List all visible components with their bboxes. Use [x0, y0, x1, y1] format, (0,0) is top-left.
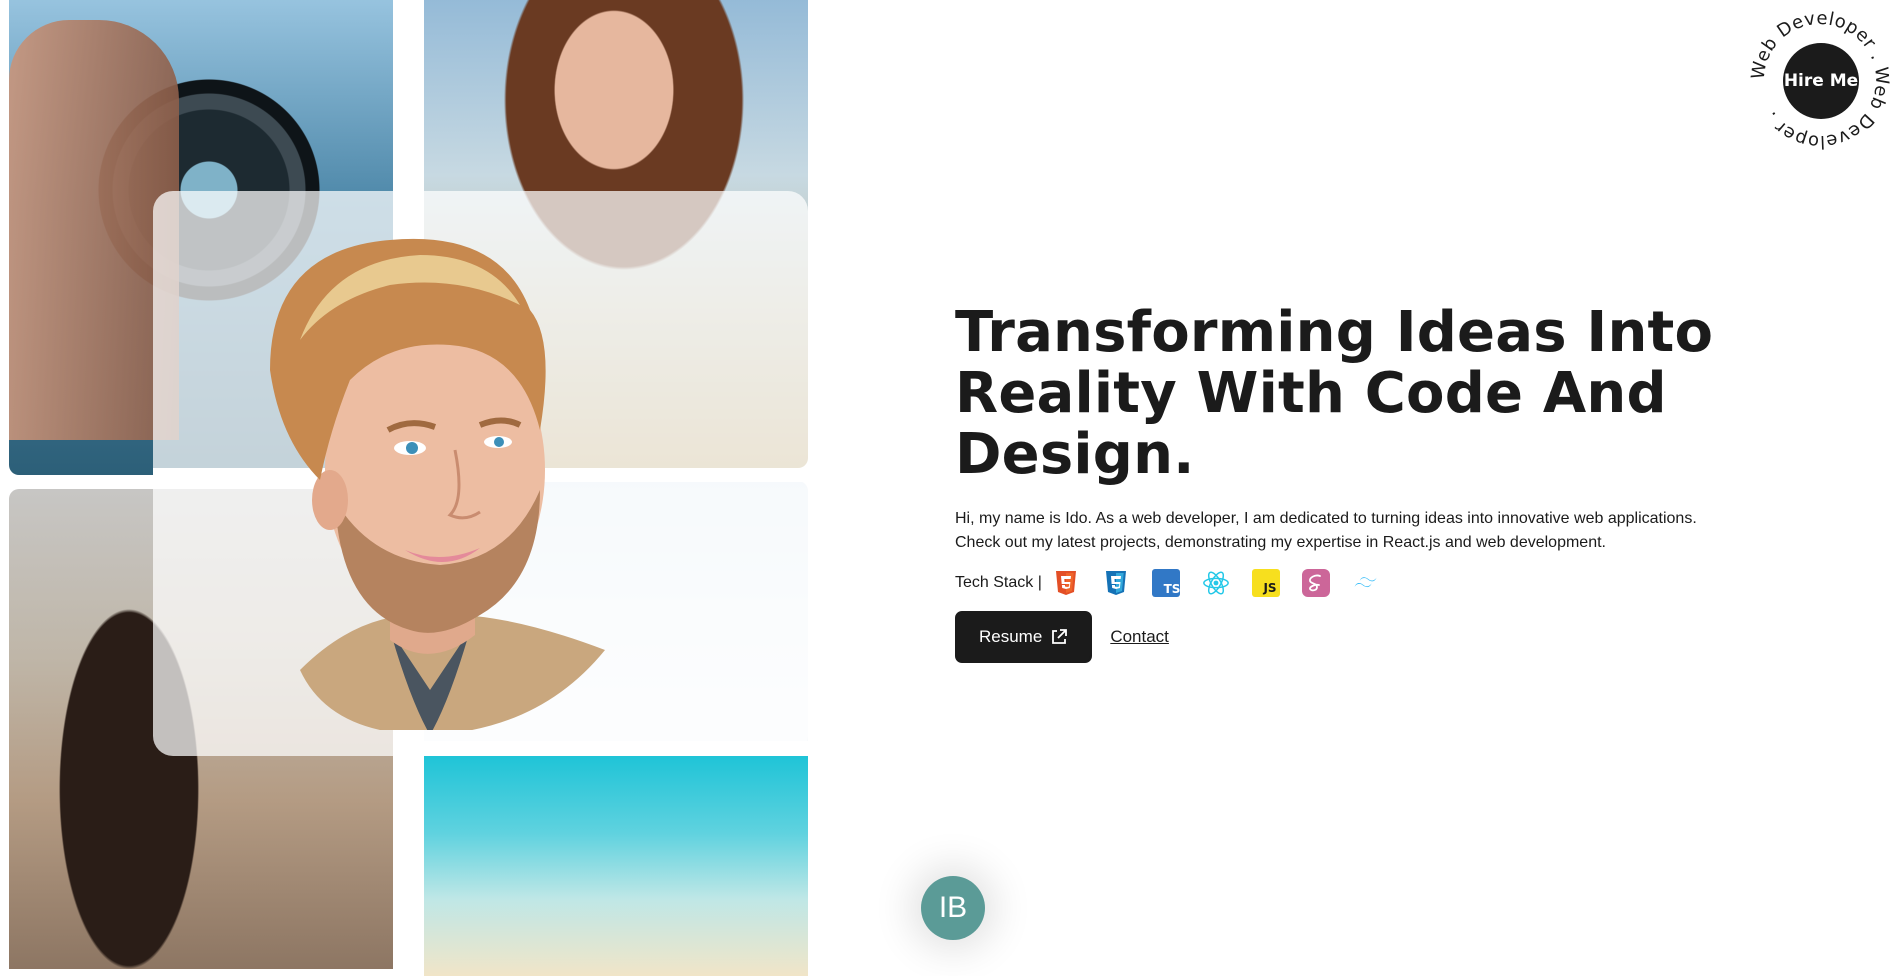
photo-beach [424, 756, 808, 976]
resume-button-label: Resume [979, 627, 1043, 646]
contact-link[interactable]: Contact [1110, 627, 1169, 647]
sass-icon [1301, 569, 1330, 597]
hero-title: Transforming Ideas Into Reality With Cod… [955, 302, 1755, 485]
hero-title-line-2: Reality With Code And [955, 361, 1667, 426]
hero-title-line-1: Transforming Ideas Into [955, 300, 1714, 365]
hire-me-button[interactable]: Hire Me [1783, 43, 1859, 119]
tailwind-icon [1352, 569, 1380, 597]
hero-title-line-3: Design. [955, 422, 1195, 487]
intro-line-2: Check out my latest projects, demonstrat… [955, 534, 1606, 551]
hero-section: Transforming Ideas Into Reality With Cod… [955, 302, 1755, 663]
intro-line-1: Hi, my name is Ido. As a web developer, … [955, 510, 1697, 527]
javascript-icon-text: JS [1262, 581, 1276, 595]
initials-avatar[interactable]: IB [921, 876, 985, 940]
typescript-icon: TS [1151, 569, 1180, 597]
hero-actions: Resume Contact [955, 611, 1755, 663]
external-link-icon [1052, 629, 1068, 644]
typescript-icon-text: TS [1163, 582, 1179, 596]
hire-me-badge[interactable]: Web Developer . Web Developer . Hire Me [1748, 8, 1892, 152]
css3-icon [1102, 569, 1130, 597]
profile-portrait [270, 238, 605, 730]
hero-intro: Hi, my name is Ido. As a web developer, … [955, 507, 1755, 555]
javascript-icon: JS [1251, 569, 1280, 597]
tech-stack-label: Tech Stack | [955, 574, 1042, 591]
html5-icon [1052, 569, 1080, 597]
resume-button[interactable]: Resume [955, 611, 1093, 663]
tech-stack: Tech Stack | TS JS [955, 569, 1755, 597]
react-icon [1202, 569, 1230, 597]
